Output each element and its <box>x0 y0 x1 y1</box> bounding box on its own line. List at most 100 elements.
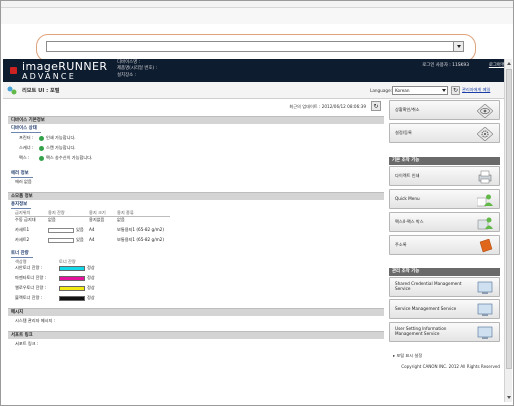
subsection-device-status: 디바이스 상태 <box>11 126 41 133</box>
section-device-info: 디바이스 기본정보 <box>8 116 384 124</box>
app-header: imageRUNNER ADVANCE 디바이스명 : 제품명(시리얼 번호) … <box>3 59 511 82</box>
user-setting-label: User Setting Information Management Serv… <box>395 326 447 337</box>
refresh-button[interactable]: ↻ <box>371 101 381 111</box>
fax-box-label: 팩스/I-팩스 박스 <box>395 219 424 224</box>
subsection-toner: 토너 잔량 <box>11 251 33 258</box>
toner-status: 정상 <box>87 275 95 280</box>
printer-icon <box>478 170 492 184</box>
toner-level-bar <box>59 286 85 291</box>
status-ok-icon <box>39 136 44 141</box>
toner-level-bar <box>59 296 85 301</box>
monitor-icon <box>477 281 493 294</box>
paper-size: A4 <box>89 227 95 232</box>
fax-box-button[interactable]: 팩스/I-팩스 박스 <box>389 212 500 232</box>
monitor-icon <box>477 326 493 339</box>
toner-name: 블랙토너 잔량 : <box>15 295 43 300</box>
address-book-button[interactable]: 주소록 <box>389 235 500 255</box>
scroll-up-icon[interactable] <box>506 60 512 67</box>
portal-display-settings-label: 포털 표시 설정 <box>396 353 423 358</box>
refresh-icon: ↻ <box>452 87 459 94</box>
dropdown-arrow-icon[interactable] <box>453 42 463 51</box>
fax-status: 팩스 송수신이 가능합니다. <box>46 155 93 160</box>
paper-source: 수동 급지대 <box>15 217 36 222</box>
basic-functions-header: 기본 조작 기능 <box>389 157 500 165</box>
settings-button[interactable]: 설정/등록 <box>389 123 500 143</box>
logout-link[interactable]: 로그아웃 <box>489 62 505 68</box>
paper-remain: 없음 <box>48 217 56 222</box>
service-management-button[interactable]: Service Management Service <box>389 299 500 319</box>
location: 설치장소 : <box>117 72 137 78</box>
user-setting-button[interactable]: User Setting Information Management Serv… <box>389 322 500 342</box>
toner-level-bar <box>59 266 85 271</box>
copyright: Copyright CANON INC. 2012 All Rights Res… <box>401 364 500 369</box>
vertical-scrollbar[interactable] <box>504 59 512 402</box>
scanner-label: 스캐너 : <box>19 145 34 150</box>
settings-label: 설정/등록 <box>395 130 412 135</box>
shared-credential-label: Shared Credential Management Service <box>395 281 462 292</box>
language-apply-button[interactable]: ↻ <box>451 86 460 95</box>
section-consumables: 소모품 정보 <box>8 192 384 200</box>
paper-size: 용지없음 <box>89 217 105 222</box>
toner-status: 정상 <box>87 265 95 270</box>
error-value: 에러 없음 <box>15 179 32 184</box>
paper-remain: 있음 <box>76 227 84 232</box>
language-label: Language: <box>370 88 393 93</box>
fax-box-icon <box>477 217 493 230</box>
paper-source: 카세트2 <box>15 237 30 242</box>
paper-source: 카세트1 <box>15 227 30 232</box>
subsection-paper: 용지정보 <box>11 202 32 209</box>
col-toner-level: 토너 잔량 <box>59 259 76 264</box>
browser-chrome <box>1 1 513 8</box>
paper-level-bar <box>48 238 74 243</box>
status-monitor-label: 상황확인/취소 <box>395 107 420 112</box>
status-monitor-button[interactable]: 상황확인/취소 <box>389 100 500 120</box>
printer-status: 인쇄 가능합니다. <box>46 135 76 140</box>
browser-toolbar <box>1 8 513 24</box>
scanner-status: 스캔 가능합니다. <box>46 145 76 150</box>
toner-name: 옐로우토너 잔량 : <box>15 285 47 290</box>
portal-bar: 리모트 UI : 포털 Language: Korean ↻ 관리자에게 메일 <box>3 82 511 99</box>
shared-credential-button[interactable]: Shared Credential Management Service <box>389 277 500 297</box>
paper-remain: 있음 <box>76 237 84 242</box>
paper-level-bar <box>48 228 74 233</box>
device-info: 디바이스명 : 제품명(시리얼 번호) : 설치장소 : <box>117 60 157 79</box>
printer-label: 프린터 : <box>19 135 34 140</box>
scroll-down-icon[interactable] <box>506 394 512 401</box>
toner-level-bar <box>59 276 85 281</box>
paper-type: 없음 <box>117 217 125 222</box>
address-book-icon <box>479 239 493 253</box>
section-message: 메시지 <box>8 308 384 316</box>
language-select[interactable]: Korean <box>392 86 448 95</box>
toner-status: 정상 <box>87 295 95 300</box>
canon-logo-icon <box>10 67 17 74</box>
toner-status: 정상 <box>87 285 95 290</box>
scroll-thumb[interactable] <box>506 69 512 369</box>
support-link-label: 서포트 링크 : <box>15 341 39 346</box>
direct-print-button[interactable]: 다이렉트 인쇄 <box>389 166 500 186</box>
logo-line2: ADVANCE <box>22 72 76 81</box>
address-book-label: 주소록 <box>395 242 407 247</box>
section-support: 서포트 링크 <box>8 331 384 339</box>
page-title: 리모트 UI : 포털 <box>22 88 60 94</box>
quick-menu-user-icon <box>477 194 493 207</box>
last-updated: 최근의 업데이트 : 2012/06/12 08:06:39 <box>289 104 366 109</box>
paper-type: 보통용지1 (65-82 g/m2) <box>117 227 164 232</box>
fax-label: 팩스 : <box>19 155 30 160</box>
subsection-error: 에러 정보 <box>11 171 33 178</box>
address-bar[interactable] <box>46 41 464 52</box>
admin-functions-header: 관리 조작 기능 <box>389 268 500 276</box>
login-user: 로그인 사용자 : 11SK93 <box>422 63 469 68</box>
logo-line1: imageRUNNER <box>22 60 108 73</box>
settings-gear-icon <box>477 127 493 141</box>
paper-size: A4 <box>89 237 95 242</box>
product-name: 제품명(시리얼 번호) : <box>117 66 158 72</box>
quick-menu-button[interactable]: Quick Menu <box>389 189 500 209</box>
portal-home-icon <box>7 86 17 95</box>
quick-menu-label: Quick Menu <box>395 196 420 201</box>
mail-admin-link[interactable]: 관리자에게 메일 <box>462 87 502 94</box>
direct-print-label: 다이렉트 인쇄 <box>395 173 420 178</box>
toner-name: 시안토너 잔량 : <box>15 265 43 270</box>
paper-type: 보통용지1 (65-82 g/m2) <box>117 237 164 242</box>
admin-message: 시스템 관리자 메시지 : <box>15 318 56 323</box>
portal-display-settings-link[interactable]: ▸ 포털 표시 설정 <box>393 353 422 359</box>
